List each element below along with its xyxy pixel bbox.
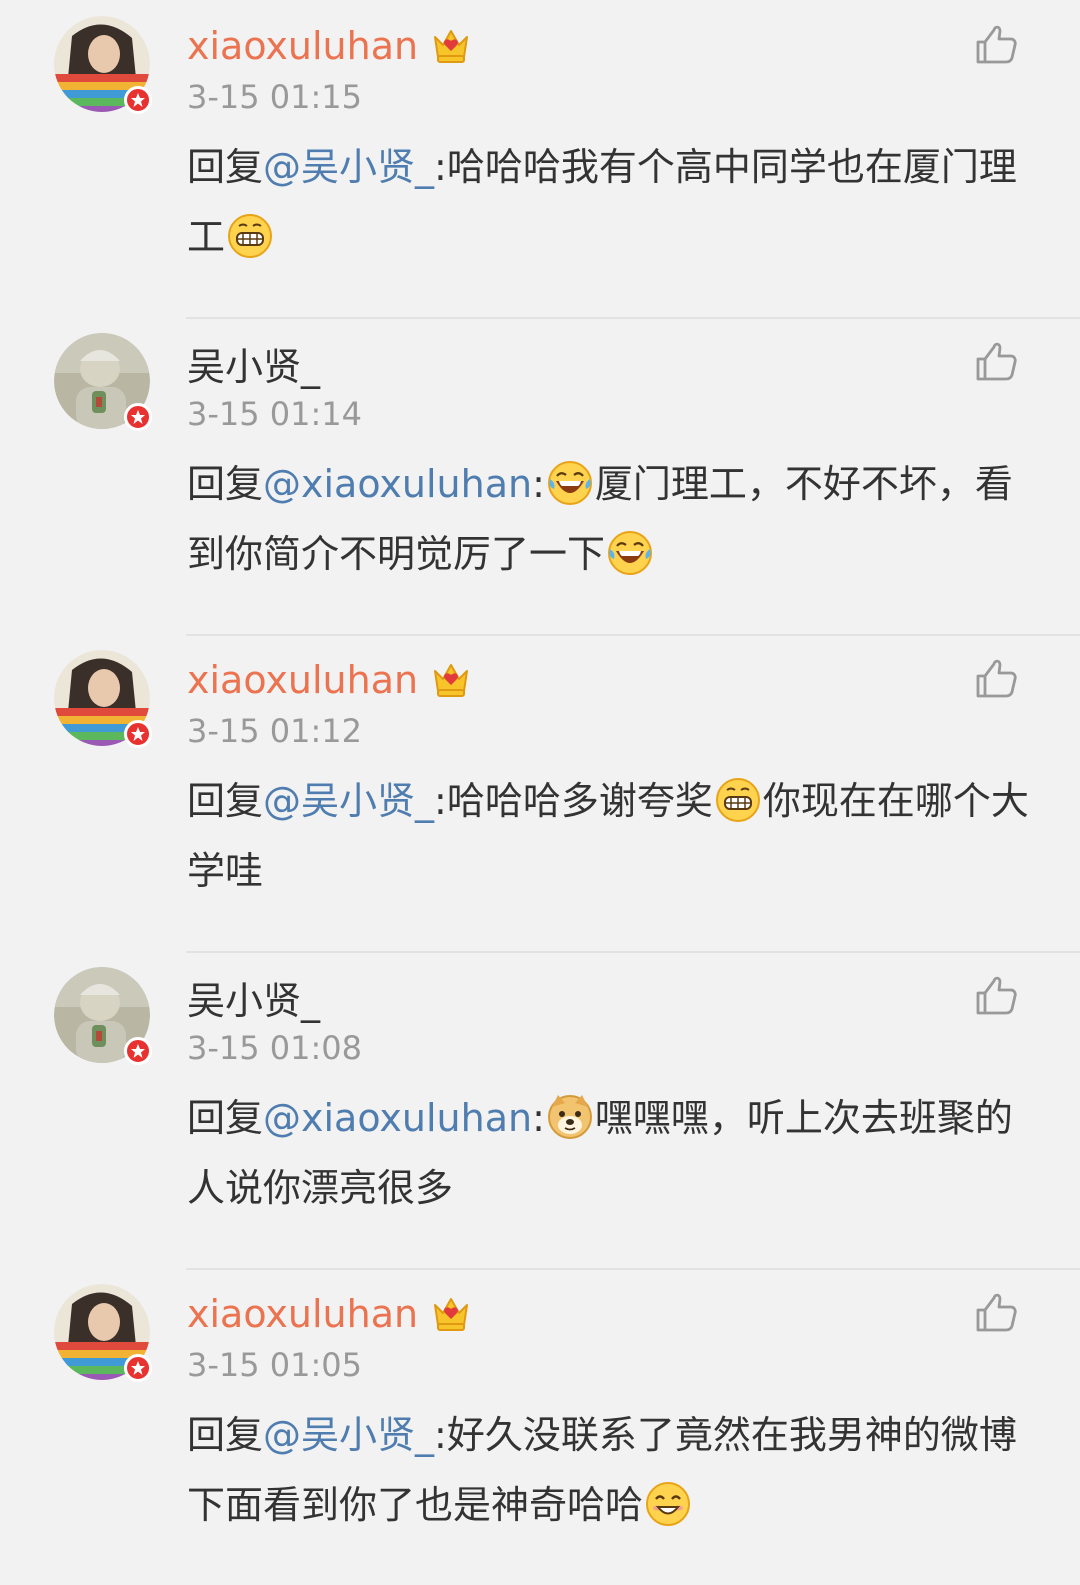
verified-badge-icon — [124, 403, 152, 431]
comment-item: xiaoxuluhan 3-15 01:12 回复@吴小贤_:哈哈哈多谢夸奖 你现… — [0, 634, 1080, 951]
avatar[interactable] — [54, 967, 152, 1065]
comment-content: 回复@吴小贤_:哈哈哈多谢夸奖 你现在在哪个大学哇 — [187, 766, 1037, 906]
timestamp: 3-15 01:05 — [187, 1346, 363, 1384]
smile-emoji-icon — [644, 1480, 692, 1528]
crown-icon — [434, 664, 469, 697]
avatar[interactable] — [54, 1284, 152, 1382]
doge-emoji-icon — [546, 1093, 594, 1141]
mention-link[interactable]: @吴小贤_ — [263, 1413, 434, 1457]
reply-colon: : — [434, 145, 447, 189]
mention-link[interactable]: @吴小贤_ — [263, 145, 434, 189]
avatar[interactable] — [54, 333, 152, 431]
verified-badge-icon — [124, 86, 152, 114]
reply-prefix: 回复 — [187, 1096, 264, 1140]
like-button[interactable] — [972, 1288, 1020, 1336]
laugh-cry-emoji-icon — [606, 529, 654, 577]
reply-prefix: 回复 — [187, 1413, 264, 1457]
mention-link[interactable]: @xiaoxuluhan — [263, 462, 532, 506]
reply-colon: : — [532, 1096, 545, 1140]
like-button[interactable] — [972, 971, 1020, 1019]
like-button[interactable] — [972, 20, 1020, 68]
verified-badge-icon — [124, 1354, 152, 1382]
mention-link[interactable]: @xiaoxuluhan — [263, 1096, 532, 1140]
comment-text: 哈哈哈多谢夸奖 — [446, 779, 713, 823]
verified-badge-icon — [124, 1037, 152, 1065]
timestamp: 3-15 01:14 — [187, 395, 363, 433]
like-button[interactable] — [972, 654, 1020, 702]
reply-prefix: 回复 — [187, 462, 264, 506]
verified-badge-icon — [124, 720, 152, 748]
thumbs-up-icon — [976, 976, 1017, 1015]
username[interactable]: xiaoxuluhan — [187, 1292, 418, 1336]
comment-content: 回复@xiaoxuluhan: 厦门理工，不好不坏，看到你简介不明觉厉了一下 — [187, 449, 1037, 589]
mention-link[interactable]: @吴小贤_ — [263, 779, 434, 823]
avatar[interactable] — [54, 650, 152, 748]
comment-item: xiaoxuluhan 3-15 01:05 回复@吴小贤_:好久没联系了竟然在… — [0, 1268, 1080, 1585]
comment-content: 回复@xiaoxuluhan: 嘿嘿嘿，听上次去班聚的人说你漂亮很多 — [187, 1083, 1037, 1223]
username[interactable]: 吴小贤_ — [187, 336, 320, 391]
comment-content: 回复@吴小贤_:哈哈哈我有个高中同学也在厦门理工 — [187, 132, 1037, 272]
comment-content: 回复@吴小贤_:好久没联系了竟然在我男神的微博下面看到你了也是神奇哈哈 — [187, 1400, 1037, 1540]
timestamp: 3-15 01:15 — [187, 78, 363, 116]
username[interactable]: xiaoxuluhan — [187, 658, 418, 702]
reply-colon: : — [434, 779, 447, 823]
thumbs-up-icon — [976, 659, 1017, 698]
comment-item: 吴小贤_ 3-15 01:14 回复@xiaoxuluhan: 厦门理工，不好不坏… — [0, 317, 1080, 634]
reply-colon: : — [434, 1413, 447, 1457]
reply-prefix: 回复 — [187, 145, 264, 189]
comment-item: xiaoxuluhan 3-15 01:15 回复@吴小贤_:哈哈哈我有个高中同… — [0, 0, 1080, 317]
timestamp: 3-15 01:08 — [187, 1029, 363, 1067]
reply-colon: : — [532, 462, 545, 506]
grin-emoji-icon — [714, 776, 762, 824]
like-button[interactable] — [972, 337, 1020, 385]
grin-emoji-icon — [226, 212, 274, 260]
username[interactable]: xiaoxuluhan — [187, 24, 418, 68]
crown-icon — [434, 30, 469, 63]
crown-icon — [434, 1298, 469, 1331]
thumbs-up-icon — [976, 25, 1017, 64]
thumbs-up-icon — [976, 342, 1017, 381]
avatar[interactable] — [54, 16, 152, 114]
username[interactable]: 吴小贤_ — [187, 970, 320, 1025]
reply-prefix: 回复 — [187, 779, 264, 823]
timestamp: 3-15 01:12 — [187, 712, 363, 750]
comment-item: 吴小贤_ 3-15 01:08 回复@xiaoxuluhan: 嘿嘿嘿，听上次去班… — [0, 951, 1080, 1268]
thumbs-up-icon — [976, 1293, 1017, 1332]
laugh-cry-emoji-icon — [546, 459, 594, 507]
